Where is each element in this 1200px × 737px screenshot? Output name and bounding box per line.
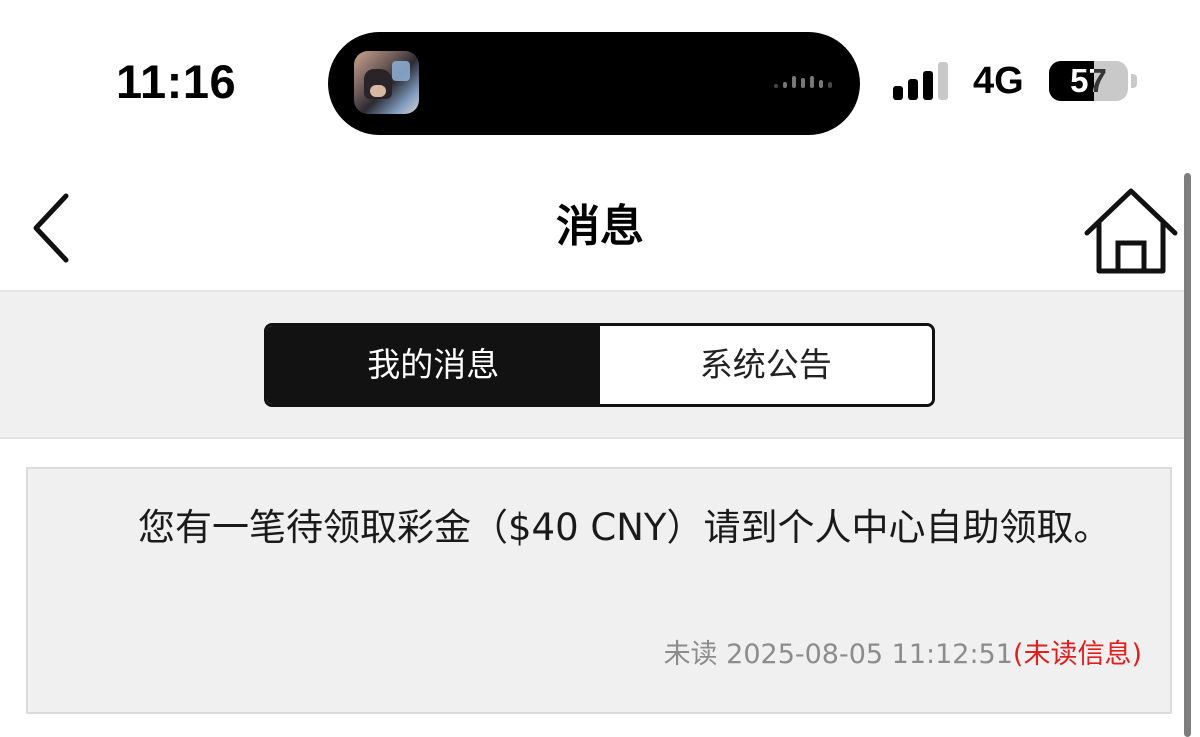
tab-system-announcements[interactable]: 系统公告 (599, 326, 932, 404)
battery-level: 57 (1070, 62, 1107, 99)
network-type: 4G (973, 60, 1024, 102)
scrollbar[interactable] (1184, 173, 1191, 737)
page-title: 消息 (556, 201, 644, 252)
message-status: 未读 (663, 639, 718, 670)
app-screen: 11:16 4G 57 消息 我的消息 系统公告 您有一笔待领取彩金（$40 C… (0, 0, 1200, 737)
album-art-thumbnail (354, 51, 419, 114)
navigation-bar: 消息 (0, 162, 1200, 290)
message-text: 您有一笔待领取彩金（$40 CNY）请到个人中心自助领取。 (138, 506, 1111, 549)
audio-waveform-icon (774, 76, 834, 92)
home-icon (1084, 188, 1178, 274)
tab-my-messages[interactable]: 我的消息 (267, 326, 600, 404)
home-button[interactable] (1083, 187, 1179, 275)
tab-switcher: 我的消息 系统公告 (264, 323, 935, 407)
message-meta: 未读 2025-08-05 11:12:51(未读信息) (664, 637, 1142, 673)
message-card[interactable]: 您有一笔待领取彩金（$40 CNY）请到个人中心自助领取。 未读 2025-08… (26, 467, 1172, 714)
dynamic-island[interactable] (328, 32, 860, 135)
message-timestamp: 2025-08-05 11:12:51 (726, 639, 1013, 670)
cellular-signal-icon (893, 62, 951, 100)
battery-cap (1131, 74, 1137, 88)
tabs-band: 我的消息 系统公告 (0, 290, 1184, 439)
unread-tag: (未读信息) (1012, 639, 1142, 670)
status-time: 11:16 (116, 55, 237, 108)
battery-icon: 57 (1049, 61, 1128, 101)
